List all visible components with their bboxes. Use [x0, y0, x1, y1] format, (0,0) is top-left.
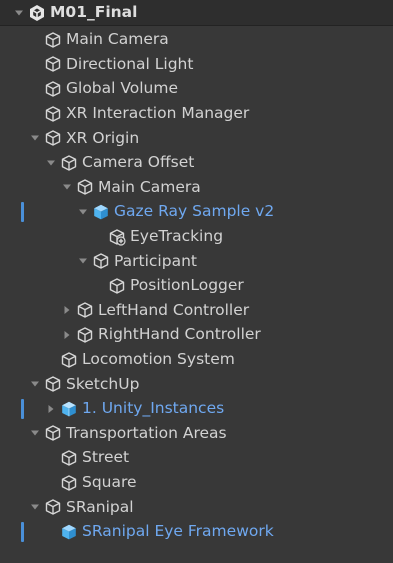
hierarchy-item-label: XR Origin	[66, 128, 140, 147]
hierarchy-item-label: 1. Unity_Instances	[82, 399, 225, 418]
prefab-override-marker	[21, 201, 24, 222]
hierarchy-item-label: Street	[82, 448, 130, 467]
hierarchy-item-m01-final[interactable]: M01_Final	[0, 0, 393, 26]
hierarchy-item-xr-interaction-manager[interactable]: XR Interaction Manager	[0, 101, 393, 126]
gameobject-icon	[44, 424, 62, 442]
expand-arrow-down-icon[interactable]	[28, 426, 42, 440]
hierarchy-item-label: Participant	[114, 251, 197, 270]
gameobject-icon	[92, 252, 110, 270]
hierarchy-item-1-unity-instances[interactable]: 1. Unity_Instances	[0, 397, 393, 422]
gameobject-icon	[44, 31, 62, 49]
hierarchy-item-street[interactable]: Street	[0, 446, 393, 471]
hierarchy-item-label: M01_Final	[50, 2, 138, 21]
gameobject-icon	[76, 301, 94, 319]
hierarchy-item-label: Camera Offset	[82, 153, 195, 172]
gameobject-icon	[76, 326, 94, 344]
gameobject-icon	[44, 498, 62, 516]
gameobject-icon	[76, 178, 94, 196]
expand-arrow-down-icon[interactable]	[28, 377, 42, 391]
hierarchy-item-label: LeftHand Controller	[98, 300, 250, 319]
hierarchy-item-sranipal[interactable]: SRanipal	[0, 495, 393, 520]
hierarchy-item-label: Main Camera	[98, 177, 201, 196]
expand-arrow-down-icon[interactable]	[28, 131, 42, 145]
hierarchy-item-label: SRanipal Eye Framework	[82, 522, 274, 541]
hierarchy-item-gaze-ray-sample-v2[interactable]: Gaze Ray Sample v2	[0, 200, 393, 225]
hierarchy-item-square[interactable]: Square	[0, 470, 393, 495]
expand-arrow-right-icon[interactable]	[60, 328, 74, 342]
expand-arrow-down-icon[interactable]	[12, 6, 26, 20]
gameobject-icon	[44, 55, 62, 73]
hierarchy-item-participant[interactable]: Participant	[0, 249, 393, 274]
prefab-override-marker	[21, 398, 24, 419]
gameobject-icon	[44, 105, 62, 123]
prefab-icon	[92, 203, 110, 221]
hierarchy-item-positionlogger[interactable]: PositionLogger	[0, 274, 393, 299]
hierarchy-item-label: XR Interaction Manager	[66, 103, 250, 122]
hierarchy-item-label: Directional Light	[66, 54, 194, 73]
gameobject-icon	[108, 277, 126, 295]
hierarchy-item-label: RightHand Controller	[98, 325, 261, 344]
expand-arrow-right-icon[interactable]	[44, 402, 58, 416]
expand-arrow-down-icon[interactable]	[76, 254, 90, 268]
gameobject-icon	[44, 375, 62, 393]
hierarchy-item-label: Main Camera	[66, 30, 169, 49]
gameobject-icon	[44, 129, 62, 147]
hierarchy-item-label: Global Volume	[66, 79, 179, 98]
expand-arrow-down-icon[interactable]	[28, 500, 42, 514]
hierarchy-item-locomotion-system[interactable]: Locomotion System	[0, 347, 393, 372]
hierarchy-item-main-camera[interactable]: Main Camera	[0, 28, 393, 53]
hierarchy-item-transportation-areas[interactable]: Transportation Areas	[0, 421, 393, 446]
gameobject-icon	[60, 351, 78, 369]
hierarchy-item-label: EyeTracking	[130, 226, 224, 245]
gameobject-icon	[60, 474, 78, 492]
gameobject-icon	[60, 449, 78, 467]
hierarchy-item-lefthand-controller[interactable]: LeftHand Controller	[0, 298, 393, 323]
gameobject-icon	[44, 80, 62, 98]
hierarchy-item-sketchup[interactable]: SketchUp	[0, 372, 393, 397]
hierarchy-panel: M01_Final Main Camera Directional Light Glo…	[0, 0, 393, 563]
hierarchy-item-label: Transportation Areas	[66, 423, 227, 442]
hierarchy-item-directional-light[interactable]: Directional Light	[0, 52, 393, 77]
gameobject-added-icon	[108, 228, 126, 246]
hierarchy-item-main-camera[interactable]: Main Camera	[0, 175, 393, 200]
hierarchy-item-xr-origin[interactable]: XR Origin	[0, 126, 393, 151]
prefab-override-marker	[21, 521, 24, 542]
hierarchy-item-eyetracking[interactable]: EyeTracking	[0, 224, 393, 249]
hierarchy-item-righthand-controller[interactable]: RightHand Controller	[0, 323, 393, 348]
hierarchy-item-label: Locomotion System	[82, 349, 235, 368]
hierarchy-item-sranipal-eye-framework[interactable]: SRanipal Eye Framework	[0, 520, 393, 545]
expand-arrow-down-icon[interactable]	[44, 156, 58, 170]
hierarchy-item-label: Square	[82, 472, 137, 491]
prefab-icon	[60, 523, 78, 541]
gameobject-icon	[60, 154, 78, 172]
hierarchy-item-global-volume[interactable]: Global Volume	[0, 77, 393, 102]
prefab-model-icon	[60, 400, 78, 418]
expand-arrow-down-icon[interactable]	[76, 205, 90, 219]
hierarchy-item-label: Gaze Ray Sample v2	[114, 202, 275, 221]
hierarchy-item-label: SRanipal	[66, 497, 134, 516]
expand-arrow-down-icon[interactable]	[60, 180, 74, 194]
unity-scene-icon	[28, 4, 46, 22]
hierarchy-item-label: PositionLogger	[130, 276, 244, 295]
expand-arrow-right-icon[interactable]	[60, 303, 74, 317]
hierarchy-item-label: SketchUp	[66, 374, 140, 393]
hierarchy-item-camera-offset[interactable]: Camera Offset	[0, 151, 393, 176]
